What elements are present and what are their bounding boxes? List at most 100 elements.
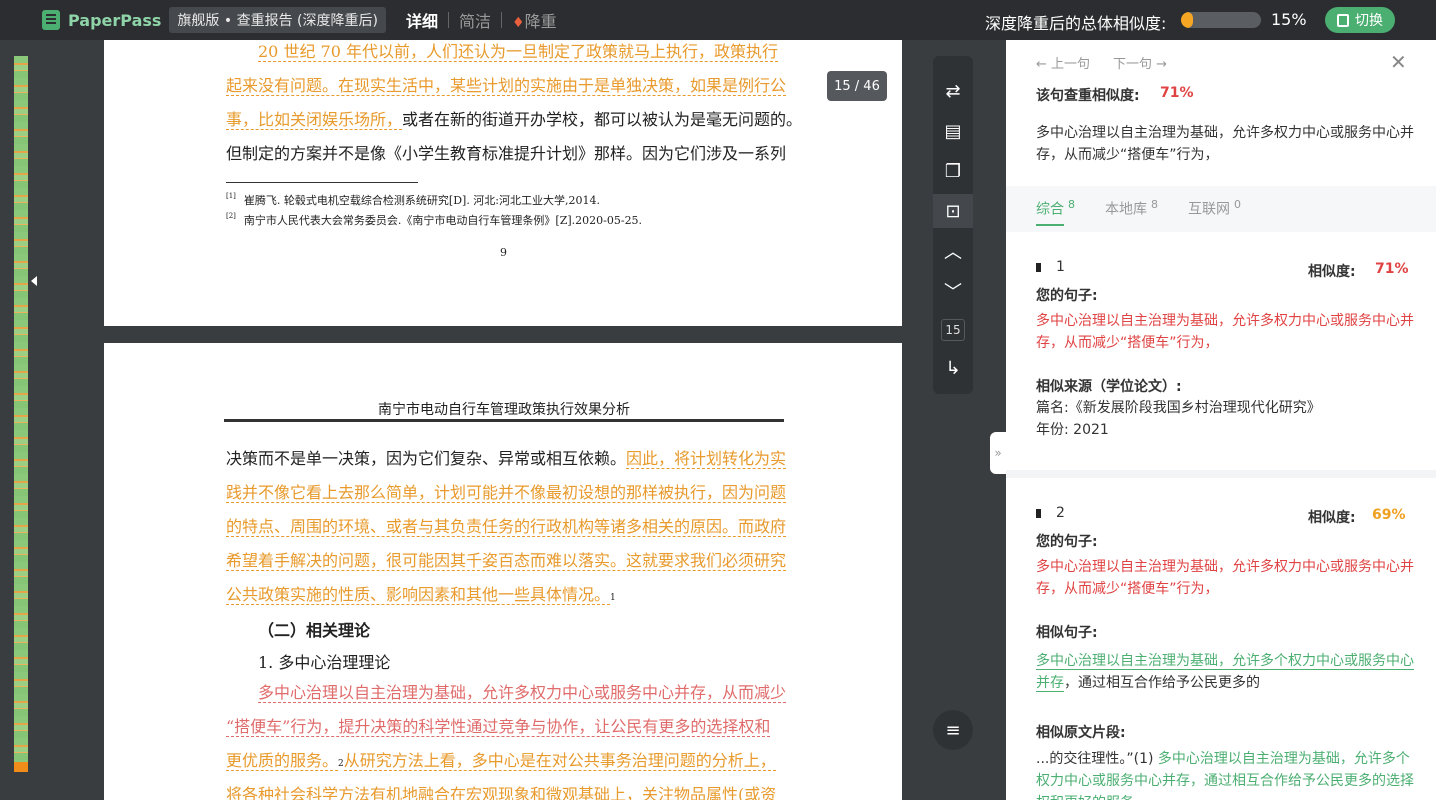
text-line: 多中心治理以自主治理为基础，允许多权力中心或服务中心并存，从而减少 bbox=[226, 681, 787, 705]
strip-end-marker bbox=[14, 762, 28, 772]
overall-similarity-label: 深度降重后的总体相似度: bbox=[985, 14, 1167, 33]
text-line: 希望着手解决的问题，很可能因其千姿百态而难以落实。这就要求我们必须研究 bbox=[226, 549, 787, 573]
text-line: 20 世纪 70 年代以前，人们还认为一旦制定了政策就马上执行，政策执行 bbox=[226, 40, 778, 64]
original-fragment-label: 相似原文片段: bbox=[1036, 725, 1126, 741]
your-sentence-label: 您的句子: bbox=[1036, 534, 1098, 550]
tab-label: 互联网 bbox=[1188, 201, 1230, 218]
mode-detailed-tab[interactable]: 详细 bbox=[406, 8, 438, 32]
sentence-similarity-label: 该句查重相似度: bbox=[1036, 88, 1140, 104]
chevron-up-icon[interactable]: ︿ bbox=[933, 234, 973, 268]
overall-similarity-value: 15% bbox=[1271, 10, 1307, 29]
next-sentence-link[interactable]: 下一句 → bbox=[1113, 53, 1167, 72]
similarity-progress-bar bbox=[1181, 12, 1261, 28]
divider bbox=[501, 12, 503, 28]
expand-panel-icon[interactable]: » bbox=[990, 432, 1006, 474]
result-number: 2 bbox=[1056, 505, 1065, 521]
collapse-left-icon[interactable] bbox=[31, 276, 37, 286]
similar-sentence-label: 相似句子: bbox=[1036, 625, 1098, 641]
highlighted-text[interactable]: 20 世纪 70 年代以前，人们还认为一旦制定了政策就马上执行，政策执行 bbox=[258, 42, 778, 62]
copy-doc-icon[interactable]: ❐ bbox=[933, 154, 973, 188]
selected-highlighted-text[interactable]: “搭便车”行为，提升决策的科学性通过竞争与协作，让公民有更多的选择权和 bbox=[226, 717, 771, 737]
next-label: 下一句 bbox=[1113, 57, 1153, 72]
list-view-icon[interactable]: ▤ bbox=[933, 114, 973, 148]
highlighted-text[interactable]: 的特点、周围的环境、或者与其负责任务的行政机构等诸多相关的原因。而政府 bbox=[226, 517, 787, 537]
highlighted-text[interactable]: 更优质的服务。 bbox=[226, 751, 339, 771]
page-header: 南宁市电动自行车管理政策执行效果分析 bbox=[378, 402, 630, 418]
tab-count: 8 bbox=[1151, 198, 1158, 211]
similar-sentence-text: 多中心治理以自主治理为基础，允许多个权力中心或服务中心并存，通过相互合作给予公民… bbox=[1036, 650, 1416, 694]
edition-badge: 旗舰版 • 查重报告 (深度降重后) bbox=[169, 7, 386, 33]
header-rule bbox=[224, 419, 784, 422]
logo: PaperPass bbox=[42, 10, 161, 30]
footnote-ref: 1 bbox=[610, 593, 616, 603]
text-line: 的特点、周围的环境、或者与其负责任务的行政机构等诸多相关的原因。而政府 bbox=[226, 515, 787, 539]
copy-icon bbox=[1337, 13, 1349, 27]
text-line: 但制定的方案并不是像《小学生教育标准提升计划》那样。因为它们涉及一系列 bbox=[226, 142, 786, 166]
footnote: [1] 崔腾飞. 轮毂式电机空载综合检测系统研究[D]. 河北:河北工业大学,20… bbox=[226, 192, 600, 208]
text-line: 践并不像它看上去那么简单，计划可能并不像最初设想的那样被执行，因为问题 bbox=[226, 481, 787, 505]
result-similarity-value: 69% bbox=[1372, 507, 1406, 523]
page-indicator: 15 / 46 bbox=[827, 71, 887, 101]
similarity-panel: ← 上一句 下一句 → ✕ 该句查重相似度: 71% 多中心治理以自主治理为基础… bbox=[1006, 40, 1436, 800]
document-page: 20 世纪 70 年代以前，人们还认为一旦制定了政策就马上执行，政策执行 起来没… bbox=[104, 40, 902, 326]
page-number: 9 bbox=[500, 246, 507, 259]
highlighted-text[interactable]: 起来没有问题。在现实生活中，某些计划的实施由于是单独决策，如果是例行公 bbox=[226, 76, 787, 96]
selected-highlighted-text[interactable]: 多中心治理以自主治理为基础，允许多权力中心或服务中心并存，从而减少 bbox=[258, 683, 787, 703]
jump-icon[interactable]: ↳ bbox=[933, 351, 973, 385]
text-line: 更优质的服务。2从研究方法上看，多中心是在对公共事务治理问题的分析上， bbox=[226, 749, 776, 776]
mode-reduce-label: 降重 bbox=[524, 12, 557, 31]
menu-icon[interactable]: ≡ bbox=[933, 710, 973, 750]
mode-simple-tab[interactable]: 简洁 bbox=[459, 8, 491, 32]
source-label: 相似来源（学位论文）: bbox=[1036, 379, 1182, 395]
highlighted-text[interactable]: 公共政策实施的性质、影响因素和其他一些具体情况。 bbox=[226, 585, 611, 605]
footnote-text: 南宁市人民代表大会常务委员会.《南宁市电动自行车管理条例》[Z].2020-05… bbox=[243, 214, 643, 227]
footnote-text: 崔腾飞. 轮毂式电机空载综合检测系统研究[D]. 河北:河北工业大学,2014. bbox=[243, 194, 601, 207]
footnote-ref: 2 bbox=[338, 759, 344, 769]
result-marker bbox=[1036, 509, 1041, 518]
close-icon[interactable]: ✕ bbox=[1390, 50, 1407, 74]
page-number-input[interactable]: 15 bbox=[941, 319, 965, 341]
source-year: 年份: 2021 bbox=[1036, 422, 1109, 438]
paperpass-logo-icon bbox=[42, 10, 60, 30]
mode-reduce-tab[interactable]: ♦降重 bbox=[512, 8, 557, 32]
plain-text: 决策而不是单一决策，因为它们复杂、异常或相互依赖。 bbox=[226, 449, 627, 468]
footnote-mark: [2] bbox=[226, 212, 236, 220]
highlighted-text[interactable]: 将各种社会科学方法有机地融合在宏观现象和微观基础上，关注物品属性(或资 bbox=[226, 785, 777, 800]
switch-button[interactable]: 切换 bbox=[1325, 7, 1395, 33]
swap-icon[interactable]: ⇄ bbox=[933, 74, 973, 108]
similarity-overview-strip[interactable] bbox=[14, 56, 28, 772]
unmatched-text: ，通过相互合作给予公民更多的 bbox=[1064, 675, 1260, 691]
your-sentence-text: 多中心治理以自主治理为基础，允许多权力中心或服务中心并存，从而减少“搭便车”行为… bbox=[1036, 313, 1414, 351]
tab-count: 0 bbox=[1234, 198, 1241, 211]
highlighted-text[interactable]: 从研究方法上看，多中心是在对公共事务治理问题的分析上， bbox=[343, 751, 776, 771]
highlighted-text[interactable]: 希望着手解决的问题，很可能因其千姿百态而难以落实。这就要求我们必须研究 bbox=[226, 551, 787, 571]
prev-sentence-link[interactable]: ← 上一句 bbox=[1036, 53, 1090, 72]
locate-icon[interactable]: ⊡ bbox=[933, 194, 973, 228]
highlighted-text[interactable]: 因此，将计划转化为实 bbox=[626, 449, 787, 469]
plain-text: 但制定的方案并不是像《小学生教育标准提升计划》那样。因为它们涉及一系列 bbox=[226, 144, 787, 163]
active-tab-indicator bbox=[1036, 224, 1064, 226]
source-title: 篇名:《新发展阶段我国乡村治理现代化研究》 bbox=[1036, 400, 1321, 416]
document-page: 南宁市电动自行车管理政策执行效果分析 决策而不是单一决策，因为它们复杂、异常或相… bbox=[104, 343, 902, 800]
footnote-mark: [1] bbox=[226, 192, 236, 200]
switch-label: 切换 bbox=[1355, 13, 1383, 29]
source-tabs: 综合 8 本地库 8 互联网 0 bbox=[1006, 186, 1436, 232]
text-line: 起来没有问题。在现实生活中，某些计划的实施由于是单独决策，如果是例行公 bbox=[226, 74, 787, 98]
your-sentence-label: 您的句子: bbox=[1036, 288, 1098, 304]
result-marker bbox=[1036, 263, 1041, 272]
chevron-down-icon[interactable]: ﹀ bbox=[933, 274, 973, 308]
tab-internet[interactable]: 互联网 0 bbox=[1188, 198, 1241, 219]
result-divider bbox=[1006, 470, 1436, 478]
text-line: 公共政策实施的性质、影响因素和其他一些具体情况。1 bbox=[226, 583, 616, 610]
footnote: [2] 南宁市人民代表大会常务委员会.《南宁市电动自行车管理条例》[Z].2020… bbox=[226, 212, 642, 228]
tab-all[interactable]: 综合 8 bbox=[1036, 198, 1075, 219]
result-similarity-label: 相似度: bbox=[1308, 510, 1356, 526]
section-heading: （二）相关理论 bbox=[258, 621, 371, 640]
tab-local[interactable]: 本地库 8 bbox=[1105, 198, 1158, 219]
tab-label: 本地库 bbox=[1105, 201, 1147, 218]
result-similarity-label: 相似度: bbox=[1308, 264, 1356, 280]
highlighted-text[interactable]: 事，比如关闭娱乐场所， bbox=[226, 110, 403, 130]
highlighted-text[interactable]: 践并不像它看上去那么简单，计划可能并不像最初设想的那样被执行，因为问题 bbox=[226, 483, 787, 503]
current-sentence: 多中心治理以自主治理为基础，允许多权力中心或服务中心并存，从而减少“搭便车”行为… bbox=[1036, 125, 1414, 163]
plain-text: 或者在新的街道开办学校，都可以被认为是毫无问题的。 bbox=[402, 110, 803, 129]
